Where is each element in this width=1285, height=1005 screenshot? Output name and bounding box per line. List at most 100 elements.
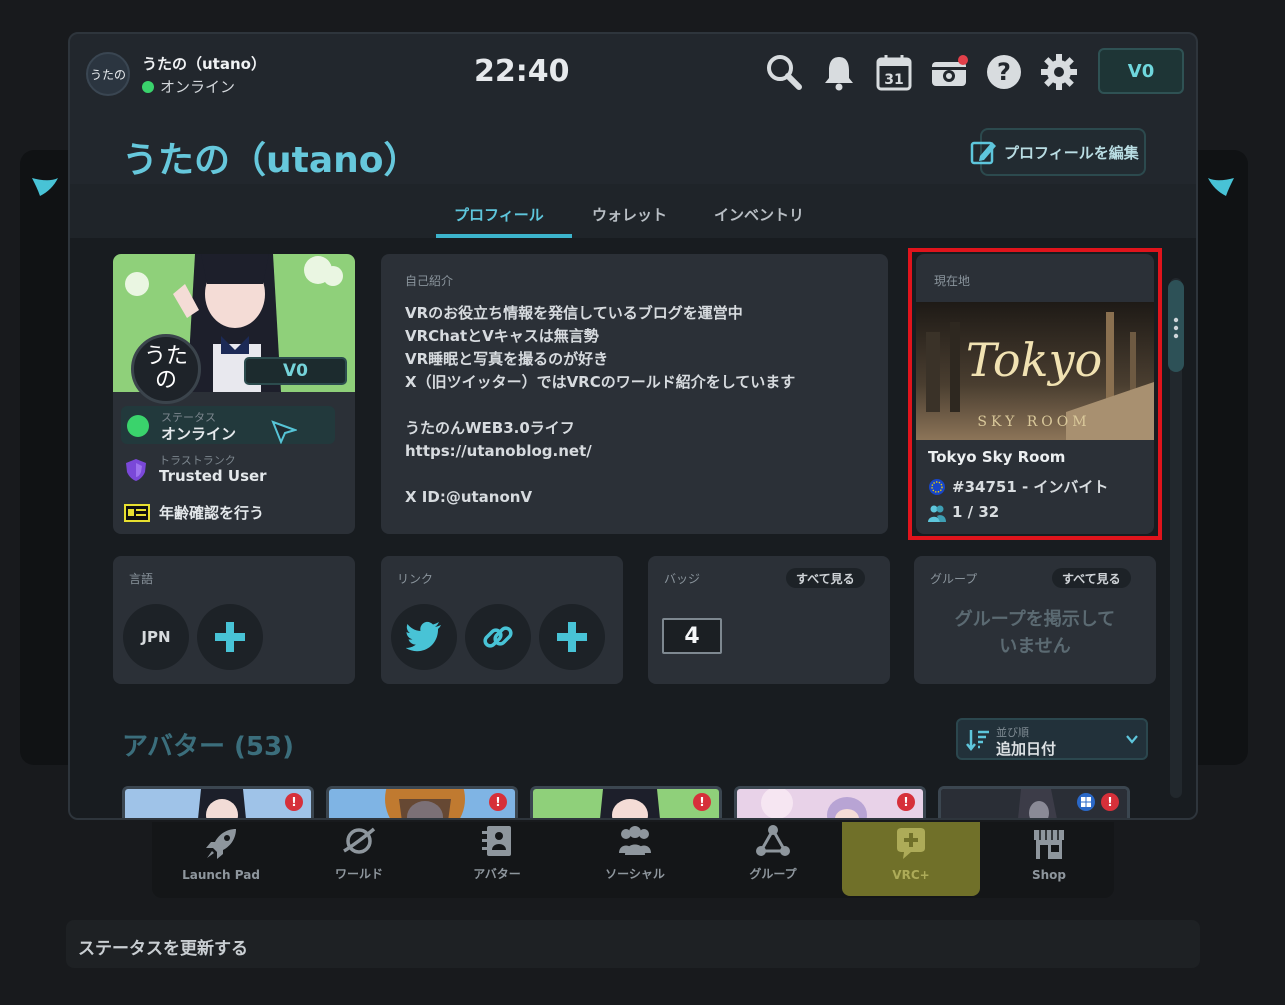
- windows-platform-icon: [1077, 793, 1095, 811]
- avatar-thumbnail[interactable]: !: [326, 786, 518, 818]
- warning-icon: !: [285, 793, 303, 811]
- avatar-thumbnail[interactable]: !: [734, 786, 926, 818]
- avatar-icon: [482, 826, 511, 856]
- online-dot-icon: [127, 415, 149, 437]
- warning-icon: !: [693, 793, 711, 811]
- dock-worlds[interactable]: ワールド: [290, 822, 428, 896]
- dock-label: アバター: [473, 867, 521, 881]
- id-card-icon: [124, 504, 150, 522]
- badges-card: バッジ すべて見る 4: [648, 556, 890, 684]
- status-selector[interactable]: ステータス オンライン: [121, 406, 335, 444]
- badge-count[interactable]: 4: [662, 618, 722, 654]
- add-link-button[interactable]: [539, 604, 605, 670]
- language-jpn-label: JPN: [141, 628, 171, 646]
- age-verify-link[interactable]: 年齢確認を行う: [159, 502, 264, 523]
- top-bar: うたの うたの（utano） オンライン 22:40 31 ? V0: [70, 34, 1196, 116]
- plus-icon: [215, 622, 245, 652]
- language-jpn[interactable]: JPN: [123, 604, 189, 670]
- groups-see-all-button[interactable]: すべて見る: [1052, 568, 1131, 588]
- bio-card: 自己紹介 VRのお役立ち情報を発信しているブログを運営中 VRChatとVキャス…: [381, 254, 888, 534]
- sort-dropdown[interactable]: 並び順 追加日付: [956, 718, 1148, 760]
- dock-groups[interactable]: グループ: [704, 822, 842, 896]
- currency-button[interactable]: V0: [1098, 48, 1184, 94]
- online-dot-icon: [142, 80, 154, 93]
- dock-label: ワールド: [334, 867, 383, 881]
- camera-icon[interactable]: [929, 52, 969, 92]
- groups-empty-line1: グループを掲示して: [954, 609, 1116, 630]
- dock-label: Shop: [1031, 868, 1067, 882]
- main-menu-window: うたの うたの（utano） オンライン 22:40 31 ? V0 うたの（u…: [68, 32, 1198, 820]
- search-icon[interactable]: [764, 52, 804, 92]
- help-icon[interactable]: ?: [984, 52, 1024, 92]
- profile-avatar: うたの: [131, 334, 201, 404]
- links-label: リンク: [397, 572, 434, 586]
- edit-icon: [970, 141, 996, 165]
- profile-card: うたの V0 ステータス オンライン トラストランク Trusted User …: [113, 254, 355, 534]
- language-label: 言語: [129, 572, 154, 586]
- warning-icon: !: [489, 793, 507, 811]
- badges-label: バッジ: [664, 572, 701, 586]
- bio-text: VRのお役立ち情報を発信しているブログを運営中 VRChatとVキャスは無言勢 …: [405, 304, 796, 506]
- avatar-thumbnail[interactable]: !: [530, 786, 722, 818]
- user-name: うたの（utano）: [142, 55, 266, 73]
- shop-icon: [1034, 830, 1064, 859]
- trust-value: Trusted User: [159, 467, 267, 485]
- update-status-label: ステータスを更新する: [78, 939, 248, 959]
- tab-inventory[interactable]: インベントリ: [714, 204, 804, 225]
- warning-icon: !: [897, 793, 915, 811]
- bell-icon[interactable]: [819, 52, 859, 92]
- page-title: うたの（utano）: [122, 140, 420, 181]
- dock-launch-pad[interactable]: Launch Pad: [152, 822, 290, 896]
- avatar[interactable]: うたの: [86, 52, 130, 96]
- avatar-text-line2: の: [154, 368, 177, 393]
- sort-value: 追加日付: [996, 740, 1057, 758]
- wing-icon-left: [32, 178, 58, 196]
- rocket-icon: [206, 829, 236, 859]
- svg-text:31: 31: [884, 72, 903, 88]
- avatar-thumbnail[interactable]: !: [122, 786, 314, 818]
- shield-icon: [126, 459, 146, 481]
- chevron-down-icon: [1126, 735, 1138, 744]
- web-link-button[interactable]: [465, 604, 531, 670]
- calendar-icon[interactable]: 31: [874, 52, 914, 92]
- groups-empty-message: グループを掲示して いません: [914, 606, 1156, 660]
- edit-profile-button[interactable]: プロフィールを編集: [970, 128, 1146, 176]
- warning-icon: !: [1101, 793, 1119, 811]
- dock-label: グループ: [749, 867, 797, 881]
- links-card: リンク: [381, 556, 623, 684]
- dock-shop[interactable]: Shop: [980, 822, 1118, 896]
- dock-avatars[interactable]: アバター: [428, 822, 566, 896]
- trust-caption: トラストランク: [159, 454, 236, 467]
- cursor-icon: [271, 420, 297, 444]
- link-icon: [483, 626, 513, 648]
- twitter-link-button[interactable]: [391, 604, 457, 670]
- online-status: オンライン: [142, 76, 235, 97]
- online-status-label: オンライン: [160, 78, 236, 96]
- tab-wallet[interactable]: ウォレット: [592, 204, 667, 225]
- tab-bar: プロフィール ウォレット インベントリ: [70, 184, 1196, 238]
- planet-icon: [343, 827, 376, 854]
- tab-profile[interactable]: プロフィール: [454, 204, 544, 225]
- currency-badge: V0: [244, 357, 347, 385]
- drag-handle-icon: [1173, 317, 1179, 339]
- people-icon: [619, 826, 651, 855]
- sort-icon: [966, 730, 989, 752]
- badges-see-all-button[interactable]: すべて見る: [786, 568, 865, 588]
- avatar-thumbnail[interactable]: !: [938, 786, 1130, 818]
- language-card: 言語 JPN: [113, 556, 355, 684]
- dock-social[interactable]: ソーシャル: [566, 822, 704, 896]
- dock-vrc-plus[interactable]: VRC+: [842, 822, 980, 896]
- gear-icon[interactable]: [1039, 52, 1079, 92]
- add-language-button[interactable]: [197, 604, 263, 670]
- clock: 22:40: [474, 54, 570, 89]
- groups-card: グループ すべて見る グループを掲示して いません: [914, 556, 1156, 684]
- twitter-icon: [406, 621, 441, 652]
- vrcplus-icon: [897, 828, 925, 859]
- edit-profile-label: プロフィールを編集: [1004, 143, 1139, 162]
- avatar-text-line1: うた: [143, 343, 188, 369]
- groups-label: グループ: [930, 572, 978, 586]
- update-status-bar[interactable]: ステータスを更新する: [66, 920, 1200, 968]
- plus-icon: [557, 622, 587, 652]
- dock-label: VRC+: [892, 868, 930, 882]
- svg-text:?: ?: [997, 58, 1011, 86]
